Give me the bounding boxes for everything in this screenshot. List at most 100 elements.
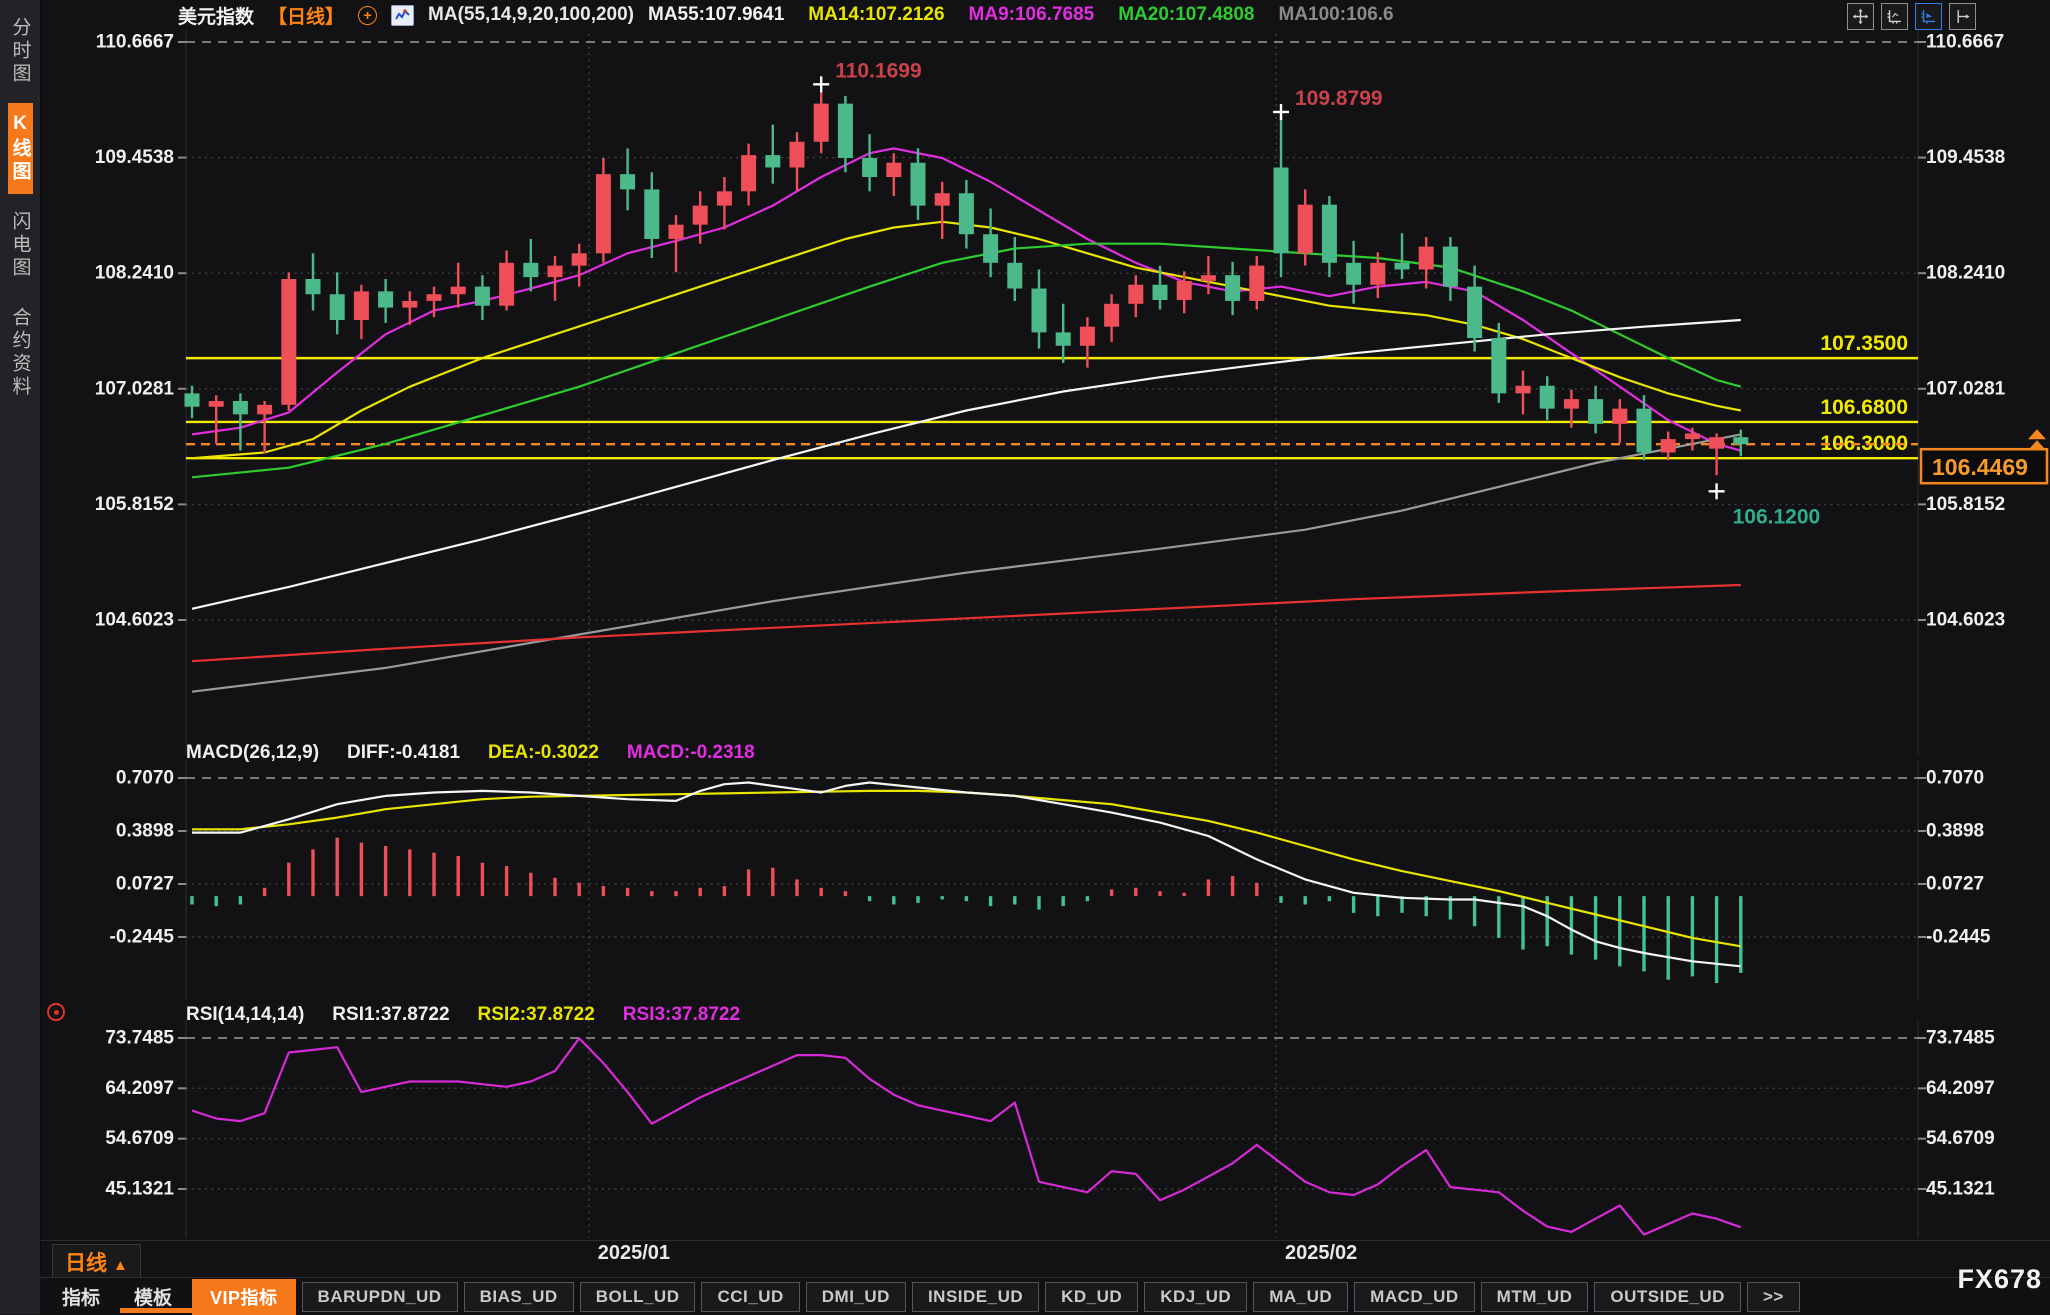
candle-body — [1079, 326, 1095, 346]
toolbar-tab-vip[interactable]: VIP指标 — [192, 1278, 296, 1315]
candle-body — [644, 189, 660, 239]
period-selector-button[interactable]: 日线 ▲ — [52, 1244, 141, 1280]
candle-body — [1612, 408, 1628, 424]
toolbar-tab-[interactable]: 模板 — [120, 1283, 186, 1310]
toolbar-tab-inside_ud[interactable]: INSIDE_UD — [911, 1281, 1040, 1312]
candle-body — [378, 291, 394, 308]
candle-body — [595, 174, 611, 254]
candle-body — [523, 262, 539, 278]
candle-body — [1491, 338, 1507, 394]
candle-body — [958, 193, 974, 235]
toolbar-tab-ma_ud[interactable]: MA_UD — [1253, 1281, 1349, 1312]
macd-dea-value: DEA:-0.3022 — [488, 742, 599, 763]
main-axis-label-left: 109.4538 — [95, 147, 174, 168]
toolbar-tab-dmi_ud[interactable]: DMI_UD — [805, 1281, 906, 1312]
chart-header: 美元指数 【日线】 + MA(55,14,9,20,100,200) MA55:… — [40, 0, 2050, 30]
chart-canvas[interactable]: 2025/01 2025/02 110.6667 110.6667 109.4538 10… — [0, 0, 2050, 1314]
toolbar-tab-[interactable]: 指标 — [48, 1283, 114, 1310]
toolbar-tab-kdj_ud[interactable]: KDJ_UD — [1144, 1281, 1248, 1312]
toolbar-tab->>[interactable]: >> — [1746, 1281, 1800, 1312]
candle-body — [1225, 275, 1241, 301]
macd-dea-line — [192, 789, 1741, 948]
toolbar-tab-cci_ud[interactable]: CCI_UD — [701, 1281, 800, 1312]
toolbar-tab-macd_ud[interactable]: MACD_UD — [1354, 1281, 1475, 1312]
price-level-label: 107.3500 — [1820, 332, 1908, 355]
sidebar-tab-4[interactable]: 合约资料 — [8, 297, 33, 409]
candle-body — [813, 103, 829, 142]
ma-values-legend: MA55:107.9641 MA14:107.2126 MA9:106.7685 MA… — [648, 4, 1394, 26]
main-axis-label-left: 104.6023 — [95, 609, 174, 630]
toolbar-tab-boll_ud[interactable]: BOLL_UD — [579, 1281, 696, 1312]
high-price-annotation: 109.8799 — [1295, 87, 1383, 110]
period-tag[interactable]: 【日线】 — [268, 2, 344, 29]
toolbar-tab-kd_ud[interactable]: KD_UD — [1045, 1281, 1139, 1312]
macd-axis-label-left: -0.2445 — [110, 926, 175, 947]
candle-body — [1370, 262, 1386, 285]
ma-legend-value-5: MA100:106.6 — [1278, 4, 1394, 25]
ma-line-ma200 — [191, 583, 1741, 663]
candle-body — [1733, 437, 1749, 445]
candle-body — [886, 162, 902, 178]
circle-plus-icon[interactable]: + — [358, 5, 378, 25]
candle-body — [1636, 408, 1652, 453]
candle-body — [862, 157, 878, 178]
ma-legend-value-4: MA20:107.4808 — [1118, 4, 1255, 25]
candle-body — [983, 234, 999, 263]
rsi3-value: RSI3:37.8722 — [622, 1004, 741, 1025]
candle-body — [837, 103, 853, 158]
candle-body — [1515, 385, 1531, 394]
candle-body — [716, 191, 732, 206]
shift-right-icon[interactable] — [1949, 3, 1976, 30]
axis-scale-icon[interactable] — [1881, 3, 1908, 30]
ma-line-ma55 — [191, 318, 1741, 610]
macd-axis-label-left: 0.0727 — [116, 873, 174, 894]
candle-body — [1249, 265, 1265, 301]
macd-title: MACD(26,12,9) — [186, 742, 320, 763]
chart-thumbnail-icon[interactable] — [391, 4, 415, 26]
rsi1-value: RSI1:37.8722 — [332, 1004, 450, 1025]
auto-scale-icon[interactable] — [1915, 3, 1942, 30]
candle-body — [184, 393, 200, 407]
candle-body — [620, 174, 636, 190]
rsi-line — [191, 1037, 1742, 1236]
candle-body — [1539, 385, 1555, 409]
rsi-axis-label-right: 45.1321 — [1926, 1179, 1995, 1200]
main-axis-label-left: 110.6667 — [96, 32, 174, 53]
indicator-toolbar: 指标 模板 VIP指标 BARUPDN_UD BIAS_UD BOLL_UD CCI_UD D… — [40, 1277, 2050, 1315]
main-axis-label-right: 110.6667 — [1926, 32, 2004, 53]
candle-body — [499, 262, 515, 306]
toolbar-tab-mtm_ud[interactable]: MTM_UD — [1480, 1281, 1589, 1312]
toolbar-tab-barupdn_ud[interactable]: BARUPDN_UD — [301, 1281, 458, 1312]
scrollbar-thumb[interactable] — [120, 1308, 205, 1313]
candle-body — [1467, 286, 1483, 339]
candle-body — [1418, 246, 1434, 270]
ma-line-ma100 — [191, 433, 1742, 693]
main-axis-label-right: 108.2410 — [1926, 263, 2005, 284]
main-axis-label-right: 109.4538 — [1926, 147, 2005, 168]
candle-body — [765, 155, 781, 168]
candle-body — [1321, 204, 1337, 263]
candle-body — [353, 291, 369, 320]
sidebar-tab-1[interactable]: 分时图 — [8, 7, 33, 96]
ma-legend-value-2: MA14:107.2126 — [808, 4, 945, 25]
crosshair-move-icon[interactable] — [1847, 3, 1874, 30]
sidebar-tab-3[interactable]: 闪电图 — [8, 201, 33, 290]
record-indicator-icon — [47, 1003, 65, 1021]
candle-body — [934, 193, 950, 206]
macd-axis-label-right: 0.7070 — [1926, 768, 1984, 789]
main-axis-label-left: 105.8152 — [95, 494, 174, 515]
symbol-title: 美元指数 — [178, 6, 255, 28]
ma-legend-value-3: MA9:106.7685 — [968, 4, 1095, 25]
candle-body — [474, 286, 490, 306]
toolbar-tab-bias_ud[interactable]: BIAS_UD — [463, 1281, 574, 1312]
ma-formula: MA(55,14,9,20,100,200) — [428, 4, 634, 25]
candle-body — [1007, 262, 1023, 289]
toolbar-tab-outside_ud[interactable]: OUTSIDE_UD — [1594, 1281, 1741, 1312]
candle-body — [1709, 437, 1725, 449]
candle-body — [1563, 399, 1579, 409]
macd-axis-label-right: -0.2445 — [1926, 926, 1991, 947]
price-level-label: 106.6800 — [1820, 396, 1908, 419]
rsi-title: RSI(14,14,14) — [186, 1004, 305, 1025]
sidebar-tab-2[interactable]: K线图 — [7, 103, 33, 194]
macd-diff-value: DIFF:-0.4181 — [347, 742, 461, 763]
